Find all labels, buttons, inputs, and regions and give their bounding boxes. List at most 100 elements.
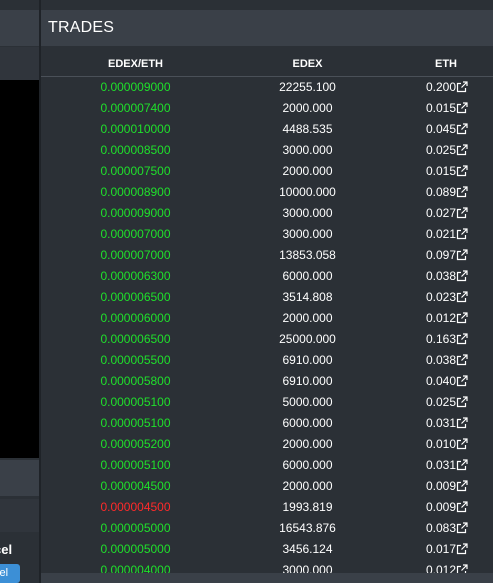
trades-panel: EDEX/ETH EDEX ETH 0.000009000 22255.100 0.…	[41, 46, 493, 583]
panel-top-gap	[41, 0, 493, 10]
external-link-icon[interactable]	[456, 123, 468, 135]
trade-total: 0.089	[425, 185, 456, 199]
external-link-icon[interactable]	[456, 102, 468, 114]
external-link-icon[interactable]	[456, 396, 468, 408]
trade-amount: 2000.000	[282, 311, 333, 325]
trade-price: 0.000005200	[100, 437, 171, 451]
trade-total: 0.015	[425, 164, 456, 178]
trade-amount: 4488.535	[282, 122, 333, 136]
external-link-icon[interactable]	[456, 522, 468, 534]
trade-total: 0.015	[425, 101, 456, 115]
trade-row: 0.000008500 3000.000 0.025	[41, 140, 493, 161]
external-link-icon[interactable]	[456, 144, 468, 156]
trade-amount: 22255.100	[279, 80, 336, 94]
trade-price: 0.000009000	[100, 80, 171, 94]
trade-price: 0.000009000	[100, 206, 171, 220]
trade-price: 0.000004500	[100, 479, 171, 493]
trade-amount: 5000.000	[282, 395, 333, 409]
external-link-icon[interactable]	[456, 249, 468, 261]
trade-amount: 16543.876	[279, 521, 336, 535]
left-panel-header	[0, 10, 39, 46]
trade-price: 0.000005100	[100, 458, 171, 472]
trade-price: 0.000005800	[100, 374, 171, 388]
trade-price: 0.000007000	[100, 227, 171, 241]
external-link-icon[interactable]	[456, 333, 468, 345]
trade-price: 0.000005100	[100, 416, 171, 430]
trade-total: 0.010	[425, 437, 456, 451]
trade-total: 0.163	[425, 332, 456, 346]
external-link-icon[interactable]	[456, 312, 468, 324]
external-link-icon[interactable]	[456, 207, 468, 219]
external-link-icon[interactable]	[456, 501, 468, 513]
column-header-price[interactable]: EDEX/ETH	[79, 58, 192, 70]
trade-amount: 2000.000	[282, 164, 333, 178]
trade-price: 0.000005500	[100, 353, 171, 367]
trade-amount: 3000.000	[282, 227, 333, 241]
trade-amount: 2000.000	[282, 479, 333, 493]
trade-amount: 13853.058	[279, 248, 336, 262]
trade-row: 0.000007500 2000.000 0.015	[41, 161, 493, 182]
trade-row: 0.000005200 2000.000 0.010	[41, 434, 493, 455]
trade-row: 0.000006500 25000.000 0.163	[41, 329, 493, 350]
trade-total: 0.038	[425, 269, 456, 283]
trade-price: 0.000004500	[100, 500, 171, 514]
external-link-icon[interactable]	[456, 354, 468, 366]
trades-scrollbar[interactable]	[41, 573, 493, 583]
trades-title: TRADES	[41, 10, 493, 46]
trade-total: 0.012	[425, 311, 456, 325]
trade-price: 0.000006000	[100, 311, 171, 325]
column-header-amount[interactable]: EDEX	[251, 58, 364, 70]
trade-amount: 2000.000	[282, 101, 333, 115]
external-link-icon[interactable]	[456, 81, 468, 93]
trade-total: 0.027	[425, 206, 456, 220]
trade-total: 0.031	[425, 416, 456, 430]
trade-total: 0.200	[425, 80, 456, 94]
trade-total: 0.021	[425, 227, 456, 241]
cancel-column-label: cel	[0, 542, 13, 557]
external-link-icon[interactable]	[456, 165, 468, 177]
external-link-icon[interactable]	[456, 438, 468, 450]
cancel-button[interactable]: cel	[0, 564, 20, 583]
trade-total: 0.025	[425, 143, 456, 157]
trade-price: 0.000007500	[100, 164, 171, 178]
trade-total: 0.031	[425, 458, 456, 472]
left-section-subheader	[0, 499, 39, 532]
trade-row: 0.000005800 6910.000 0.040	[41, 371, 493, 392]
external-link-icon[interactable]	[456, 291, 468, 303]
trade-row: 0.000005100 6000.000 0.031	[41, 455, 493, 476]
external-link-icon[interactable]	[456, 270, 468, 282]
trade-total: 0.083	[425, 521, 456, 535]
trades-list: 0.000009000 22255.100 0.200 0.000007400 2000…	[41, 77, 493, 581]
trade-amount: 2000.000	[282, 437, 333, 451]
trade-price: 0.000005000	[100, 542, 171, 556]
trade-price: 0.000006500	[100, 332, 171, 346]
trade-row: 0.000010000 4488.535 0.045	[41, 119, 493, 140]
trade-amount: 6910.000	[282, 374, 333, 388]
left-panel-toolbar	[0, 47, 39, 80]
trade-total: 0.009	[425, 479, 456, 493]
trade-row: 0.000007000 13853.058 0.097	[41, 245, 493, 266]
trade-row: 0.000009000 3000.000 0.027	[41, 203, 493, 224]
external-link-icon[interactable]	[456, 375, 468, 387]
trade-row: 0.000006000 2000.000 0.012	[41, 308, 493, 329]
trade-row: 0.000006300 6000.000 0.038	[41, 266, 493, 287]
trade-price: 0.000007000	[100, 248, 171, 262]
column-header-total[interactable]: ETH	[411, 58, 481, 70]
trade-row: 0.000005500 6910.000 0.038	[41, 350, 493, 371]
trade-amount: 6000.000	[282, 458, 333, 472]
external-link-icon[interactable]	[456, 186, 468, 198]
price-chart-area[interactable]	[0, 80, 39, 458]
trade-amount: 25000.000	[279, 332, 336, 346]
external-link-icon[interactable]	[456, 417, 468, 429]
trade-row: 0.000004500 1993.819 0.009	[41, 497, 493, 518]
trade-price: 0.000006300	[100, 269, 171, 283]
external-link-icon[interactable]	[456, 480, 468, 492]
trade-amount: 10000.000	[279, 185, 336, 199]
trade-amount: 3000.000	[282, 206, 333, 220]
external-link-icon[interactable]	[456, 228, 468, 240]
external-link-icon[interactable]	[456, 543, 468, 555]
trade-row: 0.000009000 22255.100 0.200	[41, 77, 493, 98]
trade-amount: 3000.000	[282, 143, 333, 157]
trade-row: 0.000004500 2000.000 0.009	[41, 476, 493, 497]
external-link-icon[interactable]	[456, 459, 468, 471]
